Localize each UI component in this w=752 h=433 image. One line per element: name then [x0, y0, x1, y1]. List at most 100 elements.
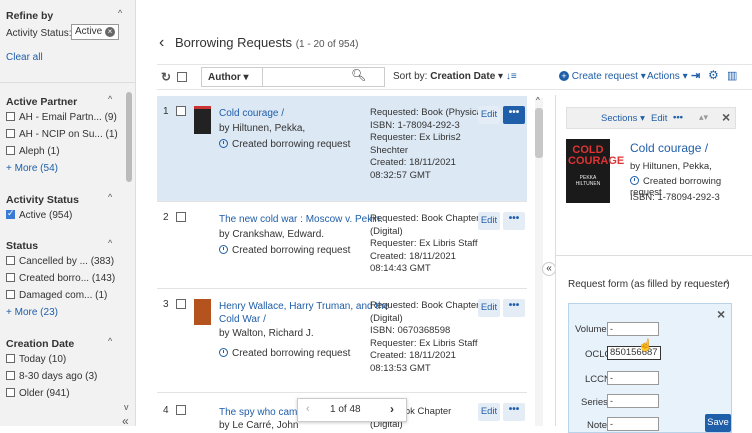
expand-panel-icon[interactable]: «: [542, 262, 556, 276]
row-checkbox[interactable]: [176, 405, 186, 415]
item-status: Created borrowing request: [219, 244, 350, 257]
scroll-up-icon[interactable]: ^: [536, 96, 540, 105]
item-title-link[interactable]: Henry Wallace, Harry Truman, and the Cold…: [219, 300, 389, 326]
close-icon[interactable]: ×: [722, 109, 730, 125]
facet-label: Today (10): [19, 354, 67, 365]
edit-button[interactable]: Edit: [478, 299, 500, 317]
book-cover-thumbnail: [194, 106, 211, 134]
close-form-icon[interactable]: ×: [717, 306, 725, 322]
create-request-button[interactable]: + Create request ▾: [559, 71, 646, 82]
facet-item[interactable]: AH - Email Partn... (9): [6, 112, 117, 123]
more-link[interactable]: + More (23): [6, 307, 58, 318]
export-icon[interactable]: ⇥: [691, 69, 700, 82]
checkbox[interactable]: [6, 388, 15, 397]
gear-icon[interactable]: ⚙: [708, 68, 719, 82]
more-button[interactable]: •••: [503, 212, 525, 230]
save-button[interactable]: Save: [705, 414, 731, 432]
list-item[interactable]: 3 Henry Wallace, Harry Truman, and the Co…: [157, 289, 527, 393]
edit-button[interactable]: Edit: [478, 403, 500, 421]
facet-item[interactable]: Cancelled by ... (383): [6, 256, 114, 267]
row-checkbox[interactable]: [176, 212, 186, 222]
next-page-icon[interactable]: ›: [390, 402, 394, 416]
sort-control[interactable]: Sort by: Creation Date ▾ ↓≡: [393, 71, 517, 82]
sidebar-scrollbar[interactable]: [126, 92, 132, 182]
select-all-checkbox[interactable]: [177, 72, 187, 82]
page-title: Borrowing Requests (1 - 20 of 954): [175, 35, 359, 50]
list-item[interactable]: 2 The new cold war : Moscow v. Pekin. by…: [157, 202, 527, 289]
book-cover-image: COLD COURAGE PEKKA HILTUNEN: [566, 139, 624, 203]
remove-chip-icon[interactable]: ×: [105, 27, 116, 37]
scroll-down-icon[interactable]: v: [124, 402, 129, 412]
item-title-link[interactable]: Cold courage /: [219, 107, 284, 120]
more-link[interactable]: + More (54): [6, 163, 58, 174]
edit-button[interactable]: Edit: [651, 113, 667, 124]
columns-icon[interactable]: ▥: [727, 69, 737, 82]
checked-checkbox[interactable]: [6, 208, 15, 219]
sort-direction-icon[interactable]: ↓≡: [506, 71, 517, 82]
more-button[interactable]: •••: [673, 112, 683, 123]
edit-button[interactable]: Edit: [478, 212, 500, 230]
checkbox[interactable]: [6, 146, 15, 155]
more-button[interactable]: •••: [503, 299, 525, 317]
request-form-box: × Volume: - OCLC: 850156687 LCCN: - Seri…: [568, 303, 732, 433]
sections-dropdown[interactable]: Sections ▾: [601, 113, 645, 124]
checkbox[interactable]: [6, 256, 15, 265]
list-item[interactable]: 1 Cold courage / by Hiltunen, Pekka, Cre…: [157, 96, 527, 202]
volume-field[interactable]: -: [607, 322, 659, 336]
title-line: Cold War /: [219, 314, 266, 325]
back-chevron-icon[interactable]: ‹: [159, 34, 164, 52]
facet-item[interactable]: Older (941): [6, 388, 70, 399]
row-checkbox[interactable]: [176, 106, 186, 116]
facet-label: Damaged com... (1): [19, 290, 108, 301]
collapse-caret-icon[interactable]: ^: [724, 279, 728, 289]
collapse-panel-icon[interactable]: «: [122, 414, 129, 426]
series-field[interactable]: -: [607, 394, 659, 408]
prev-page-icon[interactable]: ‹: [306, 403, 310, 415]
author-dropdown[interactable]: Author ▾: [208, 72, 249, 83]
item-details: Requested: Book Chapter (Digital) ISBN: …: [370, 300, 479, 375]
search-icon[interactable]: 🔍︎: [351, 68, 366, 82]
status-text: Created borrowing request: [232, 245, 351, 256]
row-checkbox[interactable]: [176, 299, 186, 309]
facet-item[interactable]: Created borro... (143): [6, 273, 115, 284]
collapse-caret-icon[interactable]: ^: [108, 238, 112, 248]
create-request-label: Create request: [571, 71, 638, 82]
more-button[interactable]: •••: [503, 106, 525, 124]
checkbox[interactable]: [6, 273, 15, 282]
list-scrollbar[interactable]: [535, 98, 543, 426]
facet-item[interactable]: 8-30 days ago (3): [6, 371, 97, 382]
checkbox[interactable]: [6, 112, 15, 121]
actions-menu[interactable]: Actions ▾: [647, 71, 688, 82]
note-field[interactable]: -: [607, 417, 659, 431]
checkbox[interactable]: [6, 129, 15, 138]
item-title-link[interactable]: The new cold war : Moscow v. Pekin.: [219, 213, 383, 226]
page-title-text: Borrowing Requests: [175, 35, 293, 50]
clear-all-link[interactable]: Clear all: [6, 52, 43, 63]
facet-item[interactable]: Active (954): [6, 208, 72, 221]
edit-button[interactable]: Edit: [478, 106, 500, 124]
facet-item[interactable]: Aleph (1): [6, 146, 60, 157]
checkbox[interactable]: [6, 354, 15, 363]
active-filter-chip[interactable]: Active ×: [71, 24, 120, 40]
more-button[interactable]: •••: [503, 403, 525, 421]
active-partner-title: Active Partner: [6, 96, 78, 108]
activity-status-title: Activity Status: [6, 194, 79, 206]
detail-line: Requested: Book (Physical): [370, 107, 488, 118]
mouse-cursor-icon: ☝: [638, 338, 653, 352]
checkbox[interactable]: [6, 290, 15, 299]
checkbox[interactable]: [6, 371, 15, 380]
collapse-caret-icon[interactable]: ^: [108, 192, 112, 202]
item-status: Created borrowing request: [219, 347, 350, 360]
collapse-caret-icon[interactable]: ^: [118, 8, 122, 18]
collapse-caret-icon[interactable]: ^: [108, 94, 112, 104]
facet-item[interactable]: Damaged com... (1): [6, 290, 107, 301]
collapse-caret-icon[interactable]: ^: [108, 336, 112, 346]
facet-item[interactable]: Today (10): [6, 354, 66, 365]
facet-item[interactable]: AH - NCIP on Su... (1): [6, 129, 118, 140]
detail-line: 08:13:53 GMT: [370, 362, 431, 374]
refresh-icon[interactable]: ↻: [161, 70, 171, 84]
divider: [0, 82, 135, 83]
lccn-field[interactable]: -: [607, 371, 659, 385]
prev-next-arrows-icon[interactable]: ▴▾: [699, 112, 708, 123]
scroll-thumb[interactable]: [535, 108, 543, 158]
